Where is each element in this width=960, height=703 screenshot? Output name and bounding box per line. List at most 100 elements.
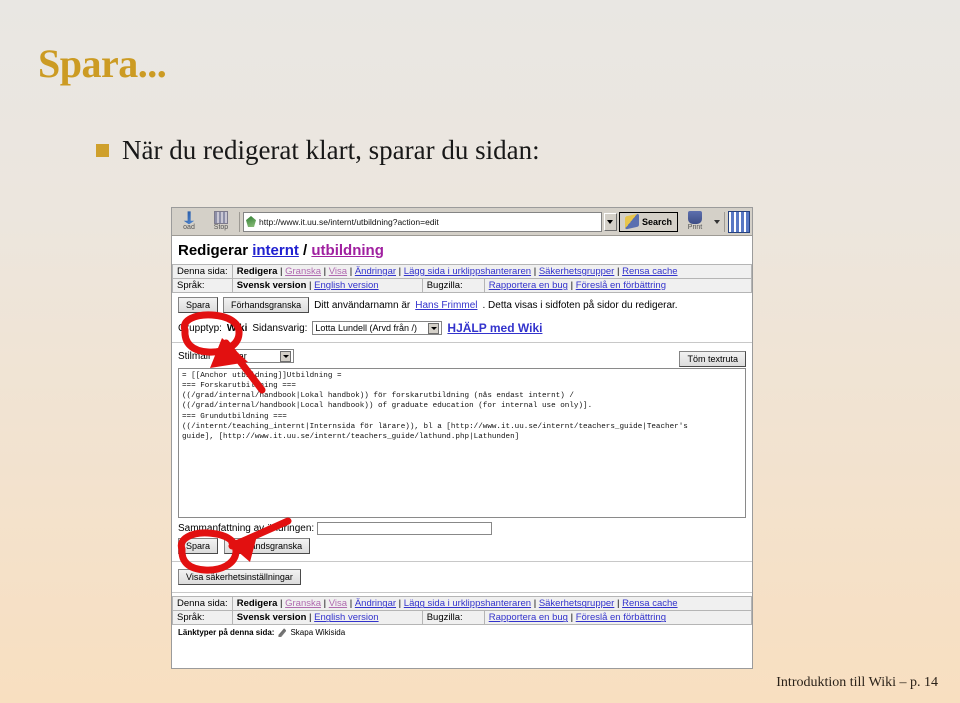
stop-icon xyxy=(214,211,228,225)
owner-row: Grupptyp: Wiki Sidansvarig: Lotta Lundel… xyxy=(172,317,752,339)
nav-link-visa[interactable]: Visa xyxy=(329,266,347,277)
nav-lang-cell-bottom: Svensk version | English version xyxy=(231,610,423,626)
print-dropdown-icon[interactable] xyxy=(712,213,721,231)
clear-textarea-wrap: Töm textruta xyxy=(679,349,746,368)
heading-separator: / xyxy=(298,242,312,259)
edit-actions-row-bottom: Spara Förhandsgranska xyxy=(172,537,752,558)
edit-actions-row-top: Spara Förhandsgranska Ditt användarnamn … xyxy=(172,293,752,317)
bullet-marker-icon xyxy=(96,144,109,157)
username-link[interactable]: Hans Frimmel xyxy=(415,300,477,311)
nav-link-andringar[interactable]: Ändringar xyxy=(355,266,396,277)
help-wiki-link[interactable]: HJÄLP med Wiki xyxy=(447,321,542,335)
stilmall-row: Stilmall tabular xyxy=(172,346,752,366)
page-title: Spara... xyxy=(38,41,167,86)
link-types-value: Skapa Wikisida xyxy=(290,628,346,638)
reload-button[interactable]: oad xyxy=(174,209,204,235)
link-types-row: Länktyper på denna sida: Skapa Wikisida xyxy=(172,625,752,640)
nav-row-sprak-bottom: Språk: Svensk version | English version … xyxy=(172,610,752,626)
divider-1 xyxy=(172,342,752,344)
save-button-top[interactable]: Spara xyxy=(178,297,219,314)
bugzilla-link-report[interactable]: Rapportera en bug xyxy=(489,280,568,291)
grouptype-value: Wiki xyxy=(226,322,248,334)
preview-button-top[interactable]: Förhandsgranska xyxy=(223,297,310,314)
nav-bugzilla-cell-bottom: Rapportera en bug | Föreslå en förbättri… xyxy=(483,610,752,626)
sidansvarig-label: Sidansvarig: xyxy=(252,322,308,334)
browser-toolbar: oad Stop http://www.it.uu.se/internt/utb… xyxy=(172,208,752,236)
edit-heading: Redigerar internt / utbildning xyxy=(172,236,752,264)
pencil-icon xyxy=(278,628,287,638)
nav-label-bugzilla: Bugzilla: xyxy=(421,278,485,293)
nav-link-visa-bottom[interactable]: Visa xyxy=(329,598,347,609)
nav-links-denna-sida: Redigera | Granska | Visa | Ändringar | … xyxy=(231,264,752,279)
stilmall-container: Stilmall tabular Töm textruta xyxy=(172,346,752,368)
page-nav-table-bottom: Denna sida: Redigera | Granska | Visa | … xyxy=(172,596,752,626)
embedded-browser-screenshot: oad Stop http://www.it.uu.se/internt/utb… xyxy=(171,207,753,669)
summary-row: Sammanfattning av ändringen: xyxy=(172,518,752,537)
heading-link-internt[interactable]: internt xyxy=(252,242,299,259)
username-suffix: . Detta visas i sidfoten på sidor du red… xyxy=(482,299,678,311)
nav-link-granska[interactable]: Granska xyxy=(285,266,321,277)
nav-link-sakerhetsgrupper[interactable]: Säkerhetsgrupper xyxy=(539,266,615,277)
lang-current-svensk-bottom: Svensk version xyxy=(236,612,307,624)
bugzilla-link-report-bottom[interactable]: Rapportera en bug xyxy=(489,612,568,623)
nav-link-andringar-bottom[interactable]: Ändringar xyxy=(355,598,396,609)
nav-links-denna-sida-bottom: Redigera | Granska | Visa | Ändringar | … xyxy=(231,596,752,612)
show-security-settings-button[interactable]: Visa säkerhetsinställningar xyxy=(178,569,301,586)
search-button[interactable]: Search xyxy=(618,211,678,232)
print-label: Print xyxy=(687,224,703,232)
heading-link-utbildning[interactable]: utbildning xyxy=(311,242,383,259)
page-body: Redigerar internt / utbildning Denna sid… xyxy=(172,236,752,668)
bugzilla-link-improve-bottom[interactable]: Föreslå en förbättring xyxy=(576,612,666,623)
nav-link-rensa-cache[interactable]: Rensa cache xyxy=(622,266,677,277)
stilmall-label: Stilmall xyxy=(178,350,211,362)
nav-link-urklipp-bottom[interactable]: Lägg sida i urklippshanteraren xyxy=(404,598,531,609)
address-bar[interactable]: http://www.it.uu.se/internt/utbildning?a… xyxy=(243,211,602,232)
summary-input[interactable] xyxy=(317,522,493,536)
chevron-down-icon xyxy=(428,322,440,334)
nav-link-sakerhetsgrupper-bottom[interactable]: Säkerhetsgrupper xyxy=(539,598,615,609)
nav-row-denna-sida-bottom: Denna sida: Redigera | Granska | Visa | … xyxy=(172,596,752,612)
chevron-down-icon-2 xyxy=(280,350,292,362)
save-button-bottom[interactable]: Spara xyxy=(178,538,219,555)
page-nav-table-top: Denna sida: Redigera | Granska | Visa | … xyxy=(172,264,752,293)
stilmall-value: tabular xyxy=(219,351,247,362)
address-bar-value: http://www.it.uu.se/internt/utbildning?a… xyxy=(259,216,439,227)
edit-heading-prefix: Redigerar xyxy=(178,242,253,259)
nav-current-redigera-bottom: Redigera xyxy=(236,598,278,610)
nav-link-rensa-cache-bottom[interactable]: Rensa cache xyxy=(622,598,677,609)
nav-lang-cell: Svensk version | English version xyxy=(231,278,423,293)
nav-label-bugzilla-bottom: Bugzilla: xyxy=(421,610,485,626)
clear-textarea-button[interactable]: Töm textruta xyxy=(679,351,746,368)
sidansvarig-value: Lotta Lundell (Arvd från /) xyxy=(315,323,417,334)
nav-link-urklipp[interactable]: Lägg sida i urklippshanteraren xyxy=(404,266,531,277)
lang-link-english-bottom[interactable]: English version xyxy=(314,612,378,623)
nav-link-granska-bottom[interactable]: Granska xyxy=(285,598,321,609)
toolbar-divider-2 xyxy=(724,211,725,232)
search-label: Search xyxy=(641,216,672,227)
nav-label-denna-sida-bottom: Denna sida: xyxy=(172,596,233,612)
preview-button-bottom[interactable]: Förhandsgranska xyxy=(224,538,311,555)
wiki-source-textarea[interactable]: = [[Anchor utbildning]]Utbildning = === … xyxy=(178,368,746,519)
divider-2 xyxy=(172,561,752,563)
reload-icon xyxy=(183,211,195,225)
bugzilla-link-improve[interactable]: Föreslå en förbättring xyxy=(576,280,666,291)
username-prefix: Ditt användarnamn är xyxy=(314,299,411,311)
stilmall-select[interactable]: tabular xyxy=(216,349,295,364)
nav-label-denna-sida: Denna sida: xyxy=(172,264,233,279)
slide-footer: Introduktion till Wiki – p. 14 xyxy=(776,675,938,690)
nav-label-sprak-bottom: Språk: xyxy=(172,610,233,626)
bullet-item: När du redigerat klart, sparar du sidan: xyxy=(96,135,540,166)
nav-label-sprak: Språk: xyxy=(172,278,233,293)
nav-bugzilla-cell: Rapportera en bug | Föreslå en förbättri… xyxy=(483,278,752,293)
address-bar-dropdown-icon[interactable] xyxy=(603,212,617,231)
stop-button[interactable]: Stop xyxy=(206,209,236,235)
nav-current-redigera: Redigera xyxy=(236,266,278,277)
lang-link-english[interactable]: English version xyxy=(314,280,378,291)
nav-row-sprak: Språk: Svensk version | English version … xyxy=(172,278,752,293)
search-icon xyxy=(624,213,639,230)
sidansvarig-select[interactable]: Lotta Lundell (Arvd från /) xyxy=(312,321,443,336)
divider-3 xyxy=(172,592,752,594)
print-icon xyxy=(688,211,702,225)
grouptype-label: Grupptyp: xyxy=(178,322,222,334)
print-button[interactable]: Print xyxy=(680,209,710,235)
